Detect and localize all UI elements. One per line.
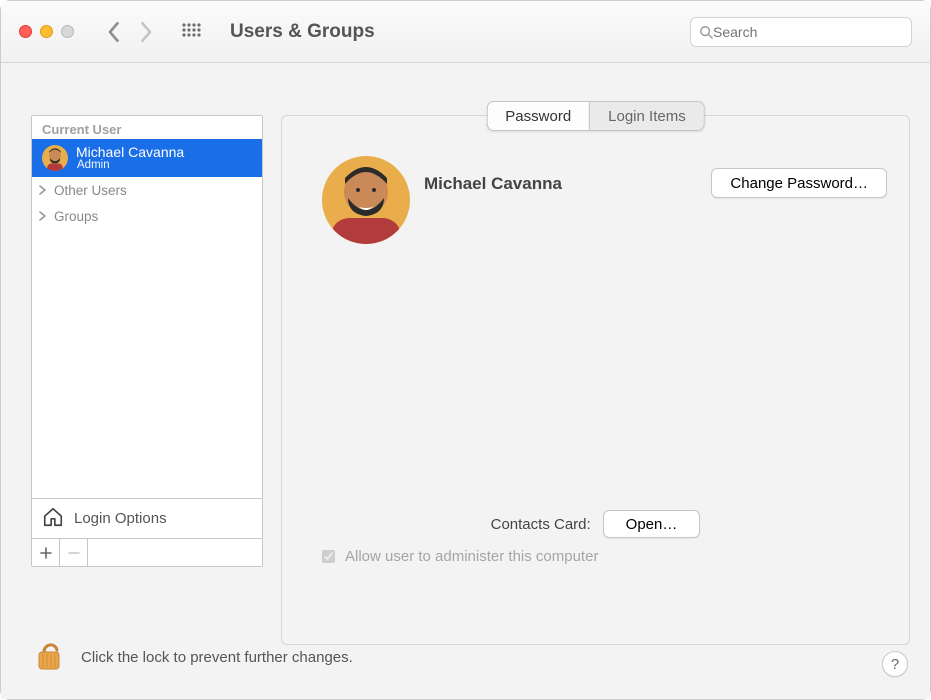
window-controls — [19, 25, 74, 38]
search-field[interactable] — [690, 17, 912, 47]
titlebar: Users & Groups — [1, 1, 930, 63]
sidebar-user-role: Admin — [76, 159, 184, 171]
allow-admin-label: Allow user to administer this computer — [345, 548, 598, 565]
sidebar-footer-buttons — [32, 538, 262, 566]
sidebar-user-name: Michael Cavanna — [76, 145, 184, 160]
search-icon — [699, 25, 713, 39]
window-title: Users & Groups — [230, 21, 375, 43]
minimize-window-button[interactable] — [40, 25, 53, 38]
chevron-right-icon — [38, 211, 48, 221]
sidebar-section-label: Current User — [32, 116, 262, 139]
sidebar-user-current[interactable]: Michael Cavanna Admin — [32, 139, 262, 177]
lock-row: Click the lock to prevent further change… — [35, 638, 353, 677]
lock-text: Click the lock to prevent further change… — [81, 649, 353, 666]
contacts-card-label: Contacts Card: — [491, 516, 591, 533]
help-button[interactable]: ? — [882, 651, 908, 677]
open-contacts-button[interactable]: Open… — [603, 510, 701, 538]
allow-admin-checkbox — [322, 550, 335, 563]
show-all-prefs-button[interactable] — [174, 18, 208, 46]
contacts-card-row: Contacts Card: Open… — [282, 510, 909, 538]
user-avatar[interactable] — [322, 156, 410, 244]
tab-password[interactable]: Password — [486, 101, 589, 131]
search-input[interactable] — [713, 24, 903, 40]
change-password-button[interactable]: Change Password… — [711, 168, 887, 198]
user-display-name: Michael Cavanna — [424, 174, 562, 194]
sidebar-branch-groups[interactable]: Groups — [32, 203, 262, 229]
tab-bar: Password Login Items — [486, 101, 704, 131]
forward-button — [134, 21, 156, 43]
lock-icon[interactable] — [35, 638, 63, 677]
chevron-right-icon — [38, 185, 48, 195]
login-options-button[interactable]: Login Options — [32, 498, 262, 538]
preference-pane-body: Current User Michael Cavanna Admin — [1, 63, 930, 699]
chevron-right-icon — [138, 22, 152, 42]
zoom-window-button — [61, 25, 74, 38]
back-button[interactable] — [104, 21, 126, 43]
sidebar-branch-other-users[interactable]: Other Users — [32, 177, 262, 203]
add-user-button[interactable] — [32, 539, 60, 566]
minus-icon — [68, 547, 80, 559]
close-window-button[interactable] — [19, 25, 32, 38]
user-detail-panel: Password Login Items Michael Cavanna Cha… — [281, 115, 910, 645]
users-sidebar: Current User Michael Cavanna Admin — [31, 115, 263, 567]
sidebar-branch-label: Groups — [54, 209, 98, 224]
login-options-label: Login Options — [74, 510, 167, 527]
house-icon — [42, 506, 64, 532]
tab-login-items[interactable]: Login Items — [589, 101, 705, 131]
allow-admin-row: Allow user to administer this computer — [322, 548, 598, 565]
grid-icon — [181, 22, 201, 42]
question-mark-icon: ? — [891, 656, 899, 673]
chevron-left-icon — [108, 22, 122, 42]
sidebar-branch-label: Other Users — [54, 183, 127, 198]
avatar-small — [42, 145, 68, 171]
plus-icon — [40, 547, 52, 559]
remove-user-button — [60, 539, 88, 566]
